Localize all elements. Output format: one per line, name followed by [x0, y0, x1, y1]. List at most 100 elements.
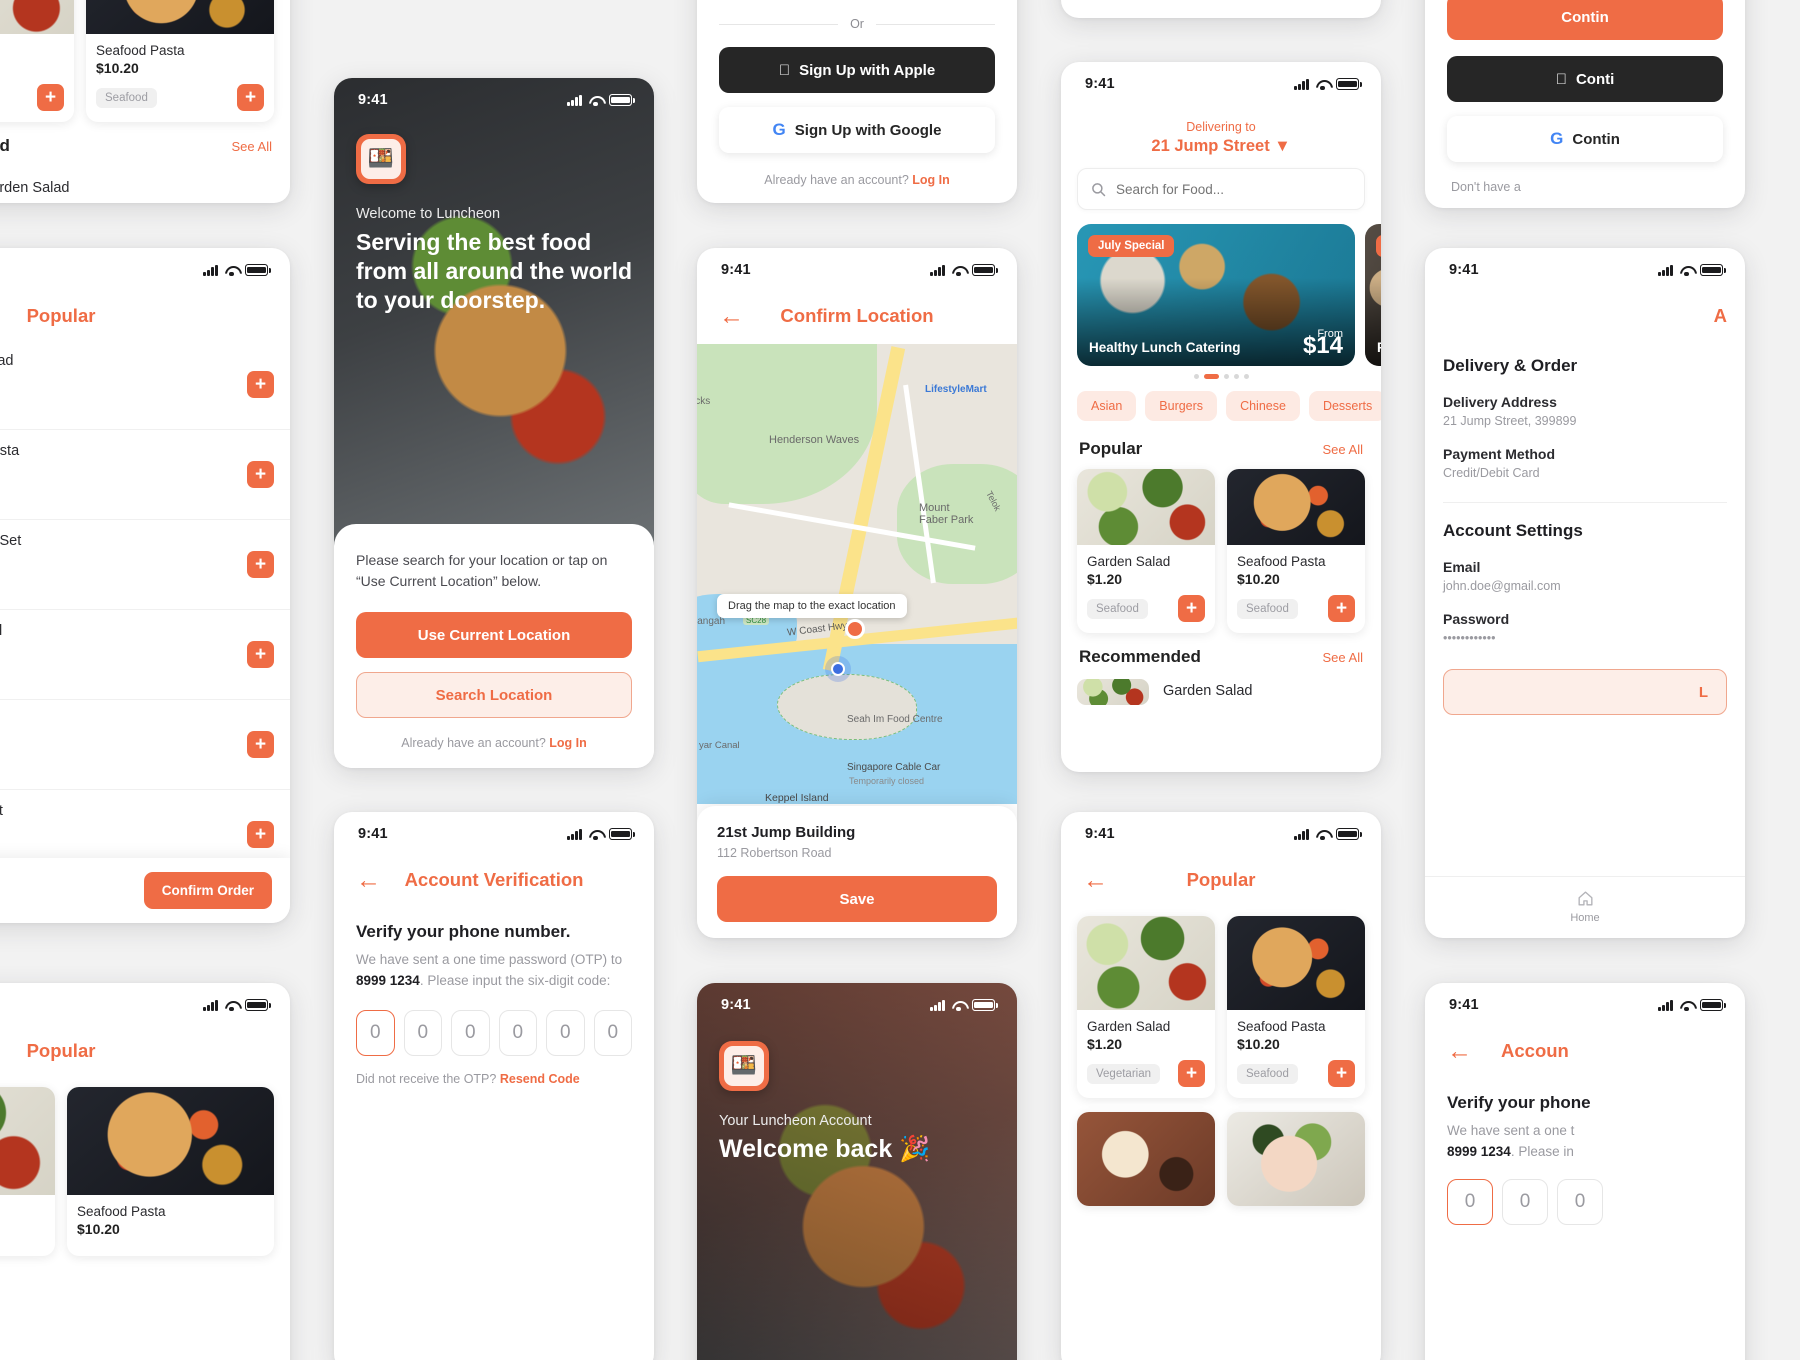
- welcome-headline: Serving the best food from all around th…: [356, 229, 633, 313]
- status-bar: 9:41: [334, 78, 654, 122]
- food-price: $1.20: [0, 642, 233, 659]
- promo-banner-next[interactable]: O Pa: [1365, 224, 1381, 366]
- search-input[interactable]: [1116, 181, 1351, 197]
- list-item[interactable]: Kaya Toast Set $4.20 Breakfast +: [0, 520, 290, 610]
- save-location-button[interactable]: Save: [717, 876, 997, 922]
- otp-input-group[interactable]: 0 0 0: [1425, 1175, 1745, 1225]
- food-list: Garden Salad $1.20 Vegetarian + Seafood …: [0, 340, 290, 880]
- otp-input-group[interactable]: 0 0 0 0 0 0: [334, 1006, 654, 1056]
- back-icon[interactable]: ←: [1083, 867, 1111, 893]
- otp-digit-2[interactable]: 0: [1502, 1178, 1548, 1225]
- food-image: [0, 1087, 55, 1195]
- otp-digit-4[interactable]: 0: [498, 1009, 537, 1056]
- food-price: $4.20: [0, 822, 233, 839]
- see-all-link[interactable]: See All: [232, 139, 272, 154]
- signup-apple-button[interactable]:  Conti: [1447, 56, 1723, 102]
- category-pill-chinese[interactable]: Chinese: [1226, 391, 1300, 421]
- otp-digit-1[interactable]: 0: [1447, 1178, 1493, 1225]
- add-item-button[interactable]: +: [247, 371, 274, 398]
- add-item-button[interactable]: +: [37, 84, 64, 111]
- carousel-dot[interactable]: [1233, 374, 1239, 379]
- food-card[interactable]: [1077, 1112, 1215, 1206]
- food-card[interactable]: Seafood Pasta $10.20 Seafood +: [86, 0, 274, 122]
- category-pill-burgers[interactable]: Burgers: [1145, 391, 1218, 421]
- food-card[interactable]: Garden Salad $1.20 Vegetarian +: [1077, 916, 1215, 1098]
- add-item-button[interactable]: +: [1328, 1060, 1355, 1087]
- category-pill-asian[interactable]: Asian: [1077, 391, 1137, 421]
- delivery-address-selector[interactable]: 21 Jump Street ▼: [1061, 137, 1381, 156]
- signup-google-button[interactable]: G Contin: [1447, 116, 1723, 162]
- tab-home[interactable]: Home: [1570, 889, 1600, 924]
- search-bar[interactable]: [1077, 168, 1365, 210]
- add-item-button[interactable]: +: [1178, 595, 1205, 622]
- food-price: $10.20: [77, 1221, 120, 1237]
- carousel-dot[interactable]: [1193, 374, 1199, 379]
- logout-button[interactable]: L: [1443, 669, 1727, 715]
- category-pills[interactable]: Asian Burgers Chinese Desserts Vietnam: [1061, 381, 1381, 425]
- screen-welcome: 9:41 🍱 Welcome to Luncheon Serving the b…: [334, 78, 654, 768]
- category-pill-desserts[interactable]: Desserts: [1308, 391, 1381, 421]
- carousel-dot[interactable]: [1223, 374, 1229, 379]
- list-item[interactable]: Poke Bowl $10.20 Seafood +: [0, 700, 290, 790]
- food-card[interactable]: Seafood Pasta $10.20 Seafood +: [1227, 916, 1365, 1098]
- cellular-icon: [930, 999, 945, 1011]
- carousel-dot[interactable]: [1243, 374, 1249, 379]
- food-name: Garden Salad: [0, 179, 70, 196]
- add-item-button[interactable]: +: [237, 84, 264, 111]
- food-name: Garden Salad: [1163, 682, 1253, 699]
- otp-digit-2[interactable]: 0: [403, 1009, 442, 1056]
- see-all-link[interactable]: See All: [1323, 650, 1363, 665]
- delivery-address-field[interactable]: Delivery Address 21 Jump Street, 399899: [1443, 394, 1727, 428]
- back-icon[interactable]: ←: [1447, 1038, 1475, 1064]
- continue-button[interactable]: Contin: [1447, 0, 1723, 40]
- add-item-button[interactable]: +: [1178, 1060, 1205, 1087]
- delivery-header[interactable]: Delivering to 21 Jump Street ▼: [1061, 106, 1381, 168]
- login-link[interactable]: Log In: [912, 173, 950, 187]
- back-icon[interactable]: ←: [719, 303, 747, 329]
- use-current-location-button[interactable]: Use Current Location: [356, 612, 632, 658]
- carousel-dots[interactable]: [1061, 366, 1381, 381]
- password-field[interactable]: Password ••••••••••••: [1443, 611, 1727, 645]
- back-icon[interactable]: ←: [356, 867, 384, 893]
- welcome-back-headline: Welcome back 🎉: [719, 1135, 931, 1163]
- list-item[interactable]: Seafood Pasta $10.20 Seafood +: [0, 430, 290, 520]
- email-field[interactable]: Email john.doe@gmail.com: [1443, 559, 1727, 593]
- food-card[interactable]: Seafood Pasta $10.20 Seafood +: [1227, 469, 1365, 633]
- search-location-button[interactable]: Search Location: [356, 672, 632, 718]
- list-item[interactable]: Garden Salad: [0, 166, 290, 203]
- food-card[interactable]: Garden Salad $1.20 Seafood +: [0, 0, 74, 122]
- resend-code-link[interactable]: Resend Code: [500, 1072, 580, 1086]
- food-card[interactable]: Seafood Pasta $10.20: [67, 1087, 274, 1256]
- see-all-link[interactable]: See All: [1323, 442, 1363, 457]
- otp-digit-3[interactable]: 0: [451, 1009, 490, 1056]
- list-item[interactable]: Garden Salad: [1061, 677, 1381, 718]
- status-time: 9:41: [358, 826, 388, 842]
- otp-digit-1[interactable]: 0: [356, 1009, 395, 1056]
- food-price: $10.20: [0, 462, 233, 479]
- list-item[interactable]: Garden Salad $1.20 Vegetarian +: [0, 340, 290, 430]
- food-card[interactable]: Garden Salad $1.20: [0, 1087, 55, 1256]
- otp-digit-6[interactable]: 0: [593, 1009, 632, 1056]
- food-card[interactable]: [1227, 1112, 1365, 1206]
- carousel-dot-active[interactable]: [1203, 374, 1219, 379]
- otp-digit-3[interactable]: 0: [1557, 1178, 1603, 1225]
- add-item-button[interactable]: +: [247, 461, 274, 488]
- add-item-button[interactable]: +: [1328, 595, 1355, 622]
- login-link[interactable]: Log In: [549, 736, 587, 750]
- otp-digit-5[interactable]: 0: [546, 1009, 585, 1056]
- add-item-button[interactable]: +: [247, 551, 274, 578]
- map-canvas[interactable]: LifestyleMart Henderson Waves Mount Fabe…: [697, 344, 1017, 804]
- add-item-button[interactable]: +: [247, 821, 274, 848]
- food-card[interactable]: Garden Salad $1.20 Seafood +: [1077, 469, 1215, 633]
- confirm-order-button[interactable]: Confirm Order: [143, 872, 272, 909]
- signup-apple-button[interactable]:  Sign Up with Apple: [719, 47, 995, 93]
- payment-method-field[interactable]: Payment Method Credit/Debit Card: [1443, 446, 1727, 480]
- status-bar: 9:41: [1425, 248, 1745, 292]
- signup-google-button[interactable]: G Sign Up with Google: [719, 107, 995, 153]
- add-item-button[interactable]: +: [247, 731, 274, 758]
- list-item[interactable]: Hearty Bowl $1.20 Vegetarian +: [0, 610, 290, 700]
- add-item-button[interactable]: +: [247, 641, 274, 668]
- promo-banner[interactable]: July Special Healthy Lunch Catering From…: [1077, 224, 1355, 366]
- battery-icon: [1700, 999, 1726, 1011]
- location-pin-icon[interactable]: [845, 619, 865, 647]
